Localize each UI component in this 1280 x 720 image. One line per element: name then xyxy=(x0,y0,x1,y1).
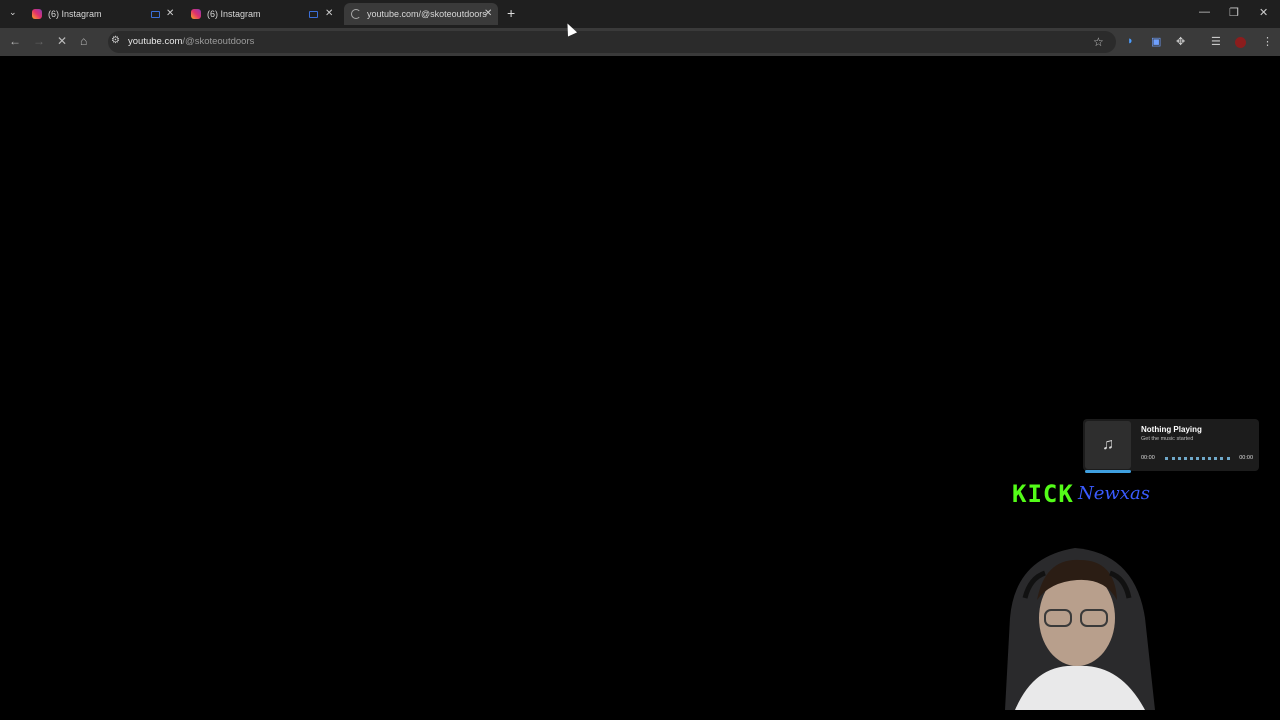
home-icon[interactable]: ⌂ xyxy=(80,34,87,48)
media-controls-icon[interactable]: ☰ xyxy=(1211,35,1221,48)
loading-icon xyxy=(351,9,361,19)
now-playing-title: Nothing Playing xyxy=(1141,425,1202,434)
media-cast-icon xyxy=(151,11,160,18)
profile-avatar[interactable] xyxy=(1235,37,1246,48)
tab-instagram-2[interactable]: (6) Instagram ✕ xyxy=(185,3,339,25)
webcam-feed xyxy=(985,538,1175,710)
close-tab-icon[interactable]: ✕ xyxy=(166,8,174,19)
menu-icon[interactable]: ⋮ xyxy=(1262,35,1273,48)
tab-title: (6) Instagram xyxy=(207,9,261,19)
tab-strip: ⌄ (6) Instagram ✕ (6) Instagram ✕ youtub… xyxy=(0,0,1280,28)
back-icon[interactable]: ← xyxy=(9,34,21,48)
new-tab-button[interactable]: + xyxy=(507,5,515,21)
music-widget-accent xyxy=(1085,470,1131,473)
progress-bar xyxy=(1165,457,1230,460)
tab-search-chevron-icon[interactable]: ⌄ xyxy=(9,7,17,18)
bookmark-star-icon[interactable]: ☆ xyxy=(1093,35,1104,49)
stop-loading-icon[interactable]: ✕ xyxy=(57,34,67,48)
close-window-icon[interactable]: ✕ xyxy=(1259,6,1268,19)
url-text: youtube.com/@skoteoutdoors xyxy=(128,36,254,47)
close-tab-icon[interactable]: ✕ xyxy=(484,8,492,19)
music-widget: ♫ Nothing Playing Get the music started … xyxy=(1083,419,1259,471)
tab-title: (6) Instagram xyxy=(48,9,102,19)
tab-title: youtube.com/@skoteoutdoors xyxy=(367,9,487,19)
restore-icon[interactable]: ❐ xyxy=(1229,6,1239,19)
site-info-icon[interactable]: ⚙ xyxy=(111,35,120,46)
close-tab-icon[interactable]: ✕ xyxy=(325,8,333,19)
minimize-icon[interactable]: — xyxy=(1199,6,1210,18)
extensions-icon[interactable]: ✥ xyxy=(1176,35,1185,48)
read-aloud-icon[interactable]: ◗ xyxy=(1127,35,1134,47)
tab-youtube[interactable]: youtube.com/@skoteoutdoors ✕ xyxy=(344,3,498,25)
kick-logo: KICK xyxy=(1012,480,1074,508)
music-note-icon: ♫ xyxy=(1085,421,1131,469)
media-cast-icon xyxy=(309,11,318,18)
url-host: youtube.com xyxy=(128,36,183,47)
instagram-icon xyxy=(191,9,201,19)
address-bar[interactable]: ⚙ youtube.com/@skoteoutdoors ☆ xyxy=(108,31,1116,53)
tab-instagram-1[interactable]: (6) Instagram ✕ xyxy=(26,3,180,25)
now-playing-subtitle: Get the music started xyxy=(1141,436,1194,442)
time-elapsed: 00:00 xyxy=(1141,455,1155,461)
time-total: 00:00 xyxy=(1239,455,1253,461)
streamer-name: Newxas xyxy=(1078,483,1150,504)
url-path: /@skoteoutdoors xyxy=(182,36,255,47)
browser-toolbar: ← → ✕ ⌂ ⚙ youtube.com/@skoteoutdoors ☆ ◗… xyxy=(0,28,1280,56)
translate-icon[interactable]: ▣ xyxy=(1151,35,1161,48)
instagram-icon xyxy=(32,9,42,19)
forward-icon[interactable]: → xyxy=(33,34,45,48)
